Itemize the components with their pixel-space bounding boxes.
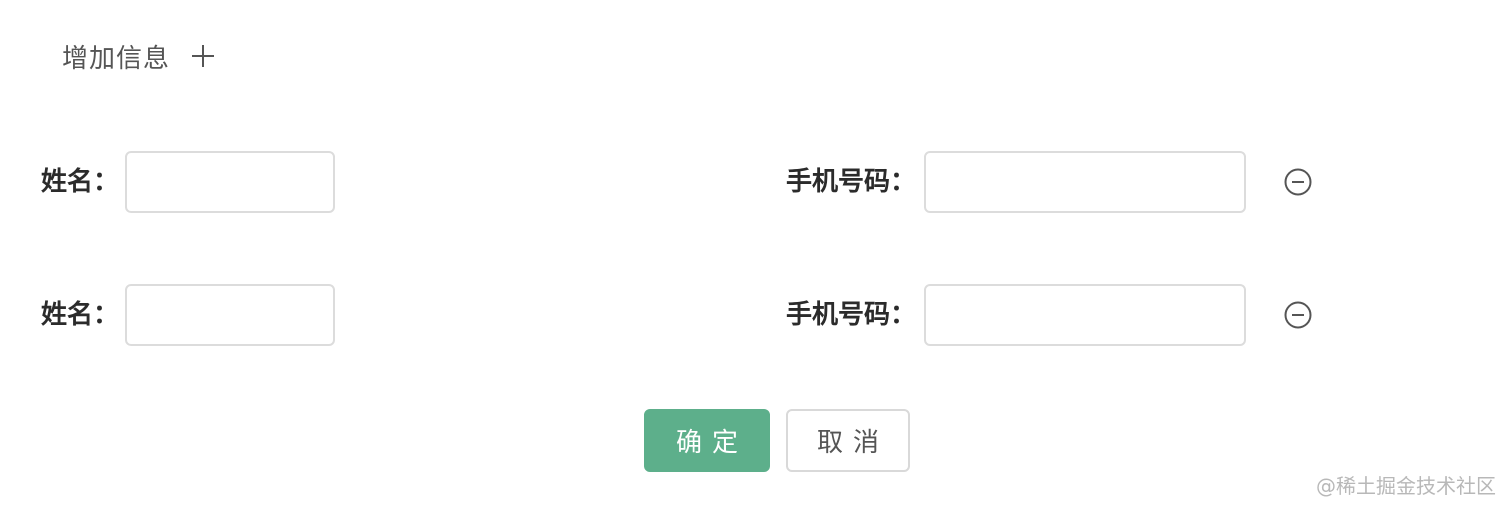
add-info-label: 增加信息	[62, 43, 171, 74]
watermark: @稀土掘金技术社区	[1316, 474, 1496, 498]
info-row: 姓名： 手机号码：	[0, 284, 1512, 346]
cancel-button[interactable]: 取消	[786, 409, 910, 472]
name-label: 姓名：	[41, 167, 120, 197]
name-input[interactable]	[125, 284, 335, 346]
phone-label: 手机号码：	[786, 300, 917, 330]
confirm-button[interactable]: 确定	[644, 409, 770, 472]
add-info-button[interactable]: 增加信息	[62, 36, 216, 76]
phone-input[interactable]	[924, 284, 1246, 346]
phone-label: 手机号码：	[786, 167, 917, 197]
info-row: 姓名： 手机号码：	[0, 151, 1512, 213]
phone-input[interactable]	[924, 151, 1246, 213]
name-input[interactable]	[125, 151, 335, 213]
name-label: 姓名：	[41, 300, 120, 330]
minus-circle-icon[interactable]	[1283, 167, 1313, 197]
minus-circle-icon[interactable]	[1283, 300, 1313, 330]
plus-icon[interactable]	[190, 43, 216, 69]
